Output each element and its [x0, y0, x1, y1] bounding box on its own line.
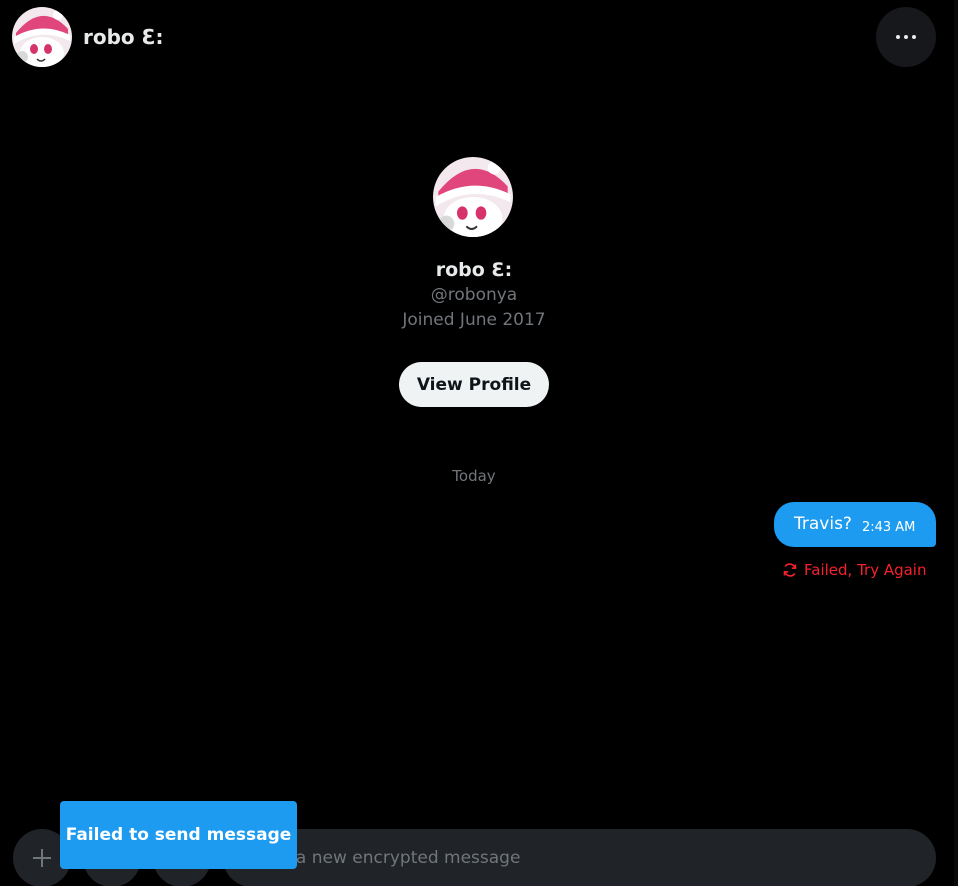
message-text: Travis? — [794, 513, 852, 534]
more-options-button[interactable] — [876, 7, 936, 67]
message-input[interactable] — [247, 847, 936, 869]
profile-avatar[interactable] — [433, 157, 513, 237]
message-composer — [223, 829, 936, 886]
retry-send-link[interactable]: Failed, Try Again — [782, 559, 926, 581]
profile-name: robo Ɛ: — [435, 259, 513, 281]
view-profile-button[interactable]: View Profile — [399, 362, 549, 407]
sent-message-bubble[interactable]: Travis? 2:43 AM — [774, 502, 936, 547]
conversation-title: robo Ɛ: — [83, 25, 164, 49]
retry-icon — [783, 563, 797, 577]
dm-conversation-page: robo Ɛ: robo Ɛ: @robonya Joined June 201… — [0, 0, 958, 886]
message-status-text: Failed, Try Again — [804, 561, 927, 579]
scrollbar-edge — [954, 0, 958, 886]
plus-icon — [33, 849, 51, 867]
more-horizontal-icon — [896, 35, 900, 39]
profile-joined-date: Joined June 2017 — [402, 310, 546, 330]
conversation-header: robo Ɛ: — [0, 0, 958, 74]
avatar[interactable] — [12, 7, 72, 67]
error-toast: Failed to send message — [60, 801, 297, 869]
more-dot — [912, 35, 916, 39]
more-dot — [904, 35, 908, 39]
day-divider: Today — [452, 467, 496, 485]
message-time: 2:43 AM — [861, 520, 916, 535]
profile-handle: @robonya — [430, 285, 518, 305]
